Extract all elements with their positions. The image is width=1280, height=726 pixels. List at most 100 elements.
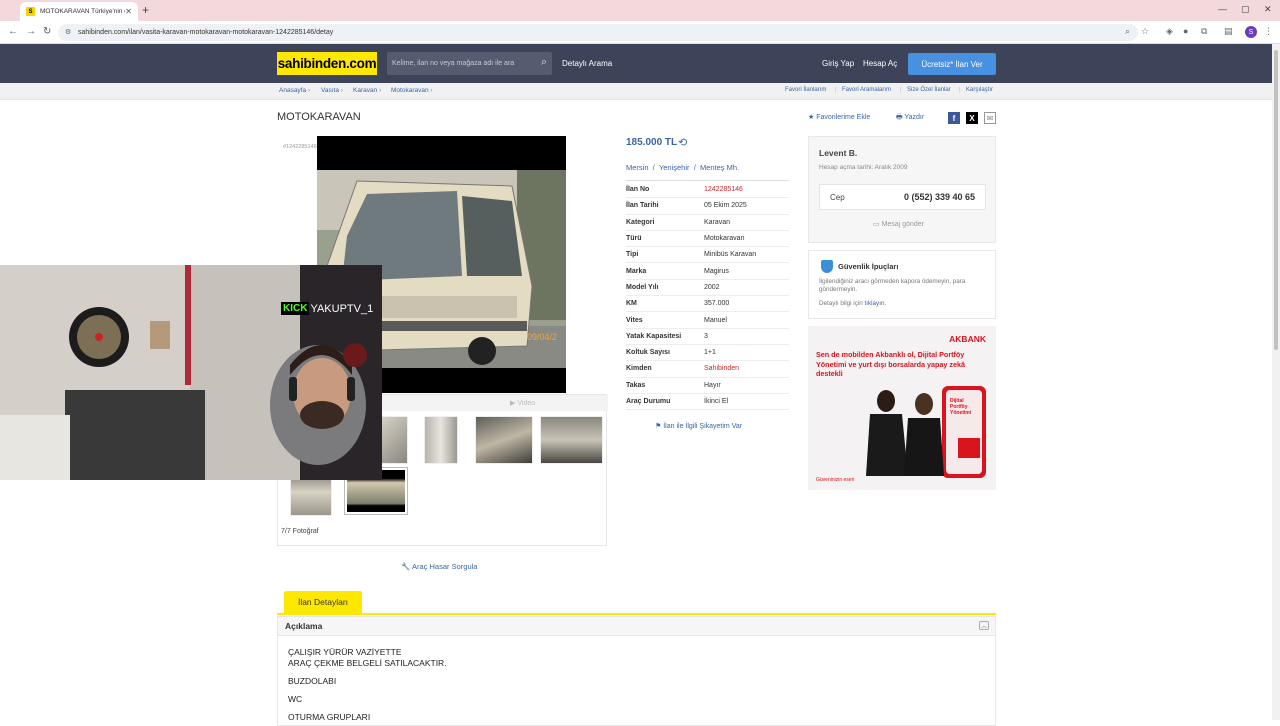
safety-more: Detaylı bilgi için tıklayın. [819, 300, 887, 307]
info-value: 05 Ekim 2025 [704, 202, 747, 210]
shield-extension-icon[interactable]: ◈ [1166, 26, 1173, 37]
puzzle-icon[interactable]: ⧉ [1201, 26, 1207, 37]
reload-icon[interactable]: ↻ [43, 26, 51, 37]
breadcrumb-item[interactable]: Vasıta › [321, 87, 343, 94]
close-tab-icon[interactable]: ✕ [125, 7, 132, 16]
gallery-thumbnail[interactable] [540, 416, 603, 464]
description-line: WC [288, 694, 303, 704]
favorite-searches-link[interactable]: Favori Aramalarım [842, 87, 891, 93]
print-link[interactable]: 🖶 Yazdır [896, 113, 924, 124]
site-logo[interactable]: sahibinden.com [277, 52, 377, 75]
detailed-search-link[interactable]: Detaylı Arama [562, 59, 612, 68]
phone-number[interactable]: 0 (552) 339 40 65 [904, 192, 975, 202]
description-line: OTURMA GRUPLARI [288, 712, 371, 722]
seller-name[interactable]: Levent B. [819, 148, 857, 158]
info-value: 3 [704, 332, 708, 340]
wrench-icon: 🔧 [401, 562, 411, 571]
search-placeholder: Kelime, ilan no veya mağaza adı ile ara [392, 60, 515, 67]
collapse-icon[interactable]: ︿ [979, 621, 989, 630]
info-row: Yatak Kapasitesi 3 [626, 329, 789, 345]
back-arrow-icon[interactable]: ← [8, 26, 18, 37]
gallery-thumbnail[interactable] [475, 416, 533, 464]
info-row: Takas Hayır [626, 378, 789, 394]
site-info-icon[interactable]: ⚙ [65, 28, 71, 36]
advertisement-banner[interactable]: AKBANK Sen de mobilden Akbanklı ol, Diji… [808, 326, 996, 490]
location-neighborhood[interactable]: Menteş Mh. [700, 163, 739, 172]
close-window-icon[interactable]: ✕ [1264, 4, 1272, 15]
breadcrumb-item[interactable]: Karavan › [353, 87, 381, 94]
description-line: BUZDOLABI [288, 676, 337, 686]
flag-icon: ⚑ [655, 423, 662, 430]
gallery-thumbnail[interactable] [424, 416, 458, 464]
phone-label: Cep [830, 193, 845, 202]
info-key: Kimden [626, 365, 652, 373]
site-header: sahibinden.com Kelime, ilan no veya mağa… [0, 44, 1272, 83]
info-key: Vites [626, 316, 643, 324]
page-title: MOTOKARAVAN [277, 111, 361, 123]
send-message-link[interactable]: ▭ Mesaj gönder [873, 220, 924, 228]
info-key: Takas [626, 381, 646, 389]
info-key: Koltuk Sayısı [626, 349, 670, 357]
email-share-icon[interactable]: ✉ [984, 112, 996, 124]
breadcrumb-item[interactable]: Anasayfa › [279, 87, 310, 94]
extension-icon[interactable]: ● [1183, 26, 1188, 36]
scrollbar-thumb[interactable] [1274, 50, 1278, 350]
play-icon: ▶ [510, 400, 516, 407]
search-icon[interactable]: ⌕ [541, 56, 547, 69]
downloads-icon[interactable]: ▤ [1224, 26, 1233, 37]
bookmark-star-icon[interactable]: ☆ [1141, 26, 1149, 37]
new-tab-icon[interactable]: + [142, 3, 149, 17]
zoom-icon[interactable]: ⌕ [1125, 26, 1130, 37]
url-bar[interactable]: ⚙ sahibinden.com/ilan/vasita-karavan-mot… [58, 24, 1138, 41]
x-share-icon[interactable]: X [966, 112, 978, 124]
shield-icon [821, 260, 833, 273]
info-value: Hayır [704, 381, 721, 389]
tab-video[interactable]: ▶ Video [510, 399, 535, 407]
location-district[interactable]: Yenişehir [659, 163, 690, 172]
chat-icon: ▭ [873, 221, 880, 228]
info-row: Model Yılı 2002 [626, 280, 789, 297]
info-key: Türü [626, 235, 642, 243]
facebook-share-icon[interactable]: f [948, 112, 960, 124]
compare-link[interactable]: Karşılaştır [966, 87, 993, 93]
photo-count: 7/7 Fotoğraf [281, 528, 319, 535]
info-key: İlan Tarihi [626, 202, 659, 210]
info-row: KM 357.000 [626, 296, 789, 313]
kick-logo: KICK [281, 302, 310, 315]
info-row: Kimden Sahibinden [626, 361, 789, 378]
menu-dots-icon[interactable]: ⋮ [1264, 26, 1273, 37]
location-city[interactable]: Mersin [626, 163, 649, 172]
info-row: Vites Manuel [626, 312, 789, 329]
profile-avatar[interactable]: S [1245, 26, 1257, 38]
minimize-icon[interactable]: — [1218, 4, 1227, 14]
forward-arrow-icon[interactable]: → [26, 26, 36, 37]
tab-listing-details[interactable]: İlan Detayları [284, 591, 362, 613]
info-value: 2002 [704, 283, 720, 291]
description-panel: Açıklama ︿ ÇALIŞIR YÜRÜR VAZİYETTE ARAÇ … [277, 616, 996, 726]
browser-tab[interactable]: S MOTOKARAVAN Türkiye'nin en ✕ [20, 2, 138, 21]
search-input[interactable]: Kelime, ilan no veya mağaza adı ile ara … [387, 52, 552, 75]
price-history-icon[interactable]: ⟲ [678, 136, 687, 149]
complaint-link[interactable]: ⚑ İlan ile İlgili Şikayetim Var [655, 422, 742, 430]
add-favorite-link[interactable]: ★ Favorilerime Ekle [808, 113, 870, 121]
register-link[interactable]: Hesap Aç [863, 59, 897, 68]
breadcrumb-item[interactable]: Motokaravan › [391, 87, 433, 94]
gallery-thumbnail[interactable] [378, 416, 408, 464]
special-listings-link[interactable]: Size Özel İlanlar [907, 87, 951, 93]
favorite-listings-link[interactable]: Favori İlanlarım [785, 87, 826, 93]
info-key: Tipi [626, 251, 639, 259]
safety-more-link[interactable]: tıklayın. [865, 300, 887, 307]
info-value: Motokaravan [704, 235, 745, 243]
photo-date-stamp: 09/04/2 [527, 332, 558, 342]
star-icon: ★ [808, 114, 815, 121]
damage-query-link[interactable]: 🔧 Araç Hasar Sorgula [401, 562, 477, 571]
login-link[interactable]: Giriş Yap [822, 59, 854, 68]
description-header: Açıklama ︿ [278, 617, 995, 636]
breadcrumb-bar: Anasayfa › Vasıta › Karavan › Motokarava… [0, 83, 1272, 100]
maximize-icon[interactable]: ▢ [1241, 4, 1250, 15]
kick-overlay: KICK YAKUPTV_1 [281, 295, 383, 322]
listing-price: 185.000 TL [626, 137, 678, 148]
info-row: Kategori Karavan [626, 215, 789, 231]
ad-footer: Güveninizin eseri [816, 477, 855, 483]
post-ad-button[interactable]: Ücretsiz* İlan Ver [908, 53, 996, 75]
